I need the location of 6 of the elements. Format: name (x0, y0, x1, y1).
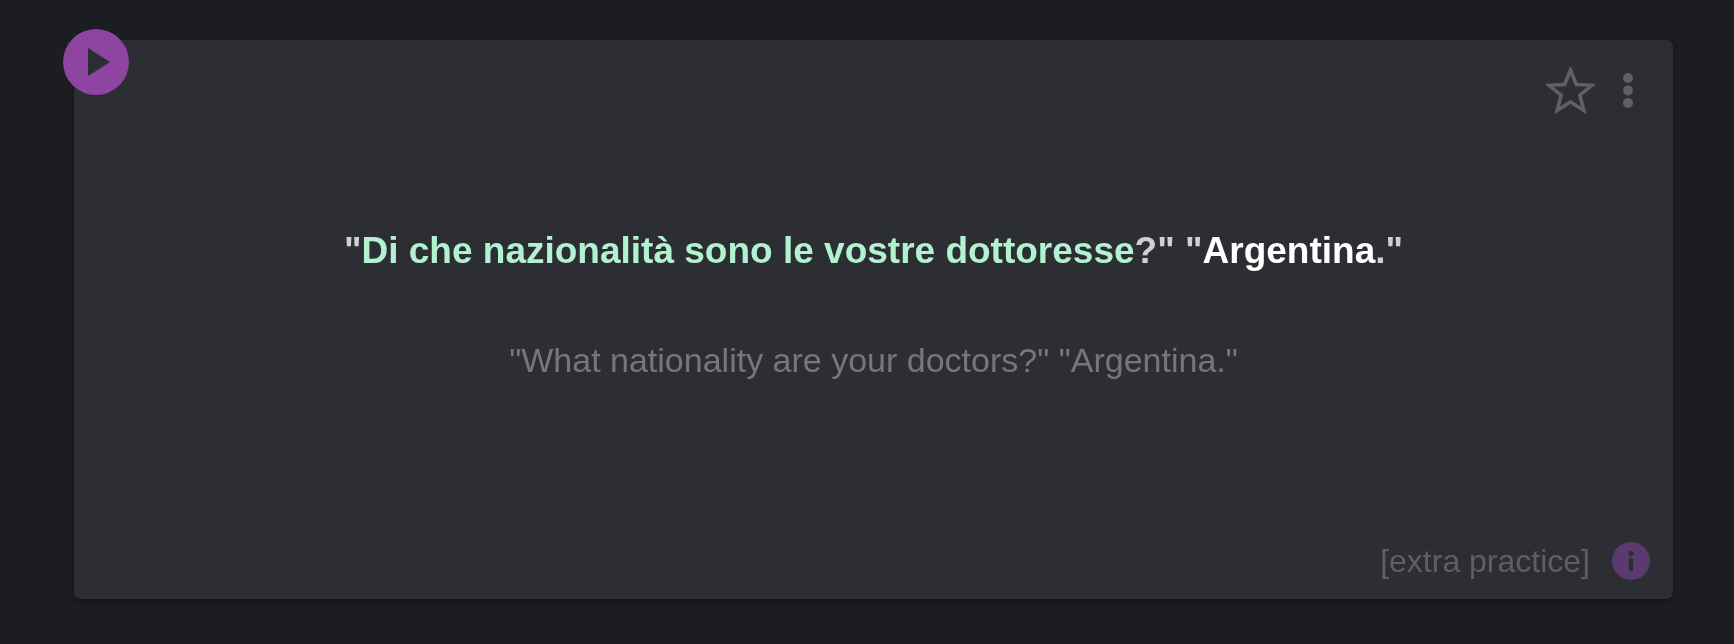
sentence-text: "Di che nazionalità sono le vostre dottoresse?" "Argentina." (342, 229, 1405, 273)
menu-icon[interactable] (1623, 73, 1633, 108)
play-icon (87, 48, 110, 76)
translation-text: "What nationality are your doctors?" "Argentina." (508, 340, 1239, 380)
info-icon[interactable] (1612, 542, 1650, 580)
star-icon[interactable] (1546, 67, 1595, 114)
